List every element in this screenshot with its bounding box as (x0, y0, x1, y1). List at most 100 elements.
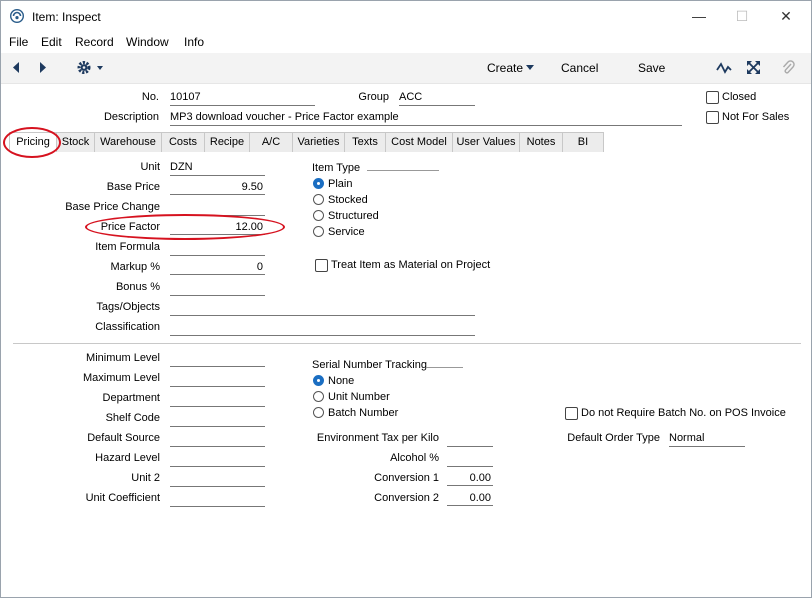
save-button[interactable]: Save (638, 61, 665, 75)
item-type-plain-radio[interactable] (313, 178, 324, 189)
settings-gear-icon[interactable] (76, 59, 104, 76)
group-field[interactable]: ACC (399, 91, 475, 106)
item-type-label: Item Type (312, 162, 361, 174)
title-bar: Item: Inspect — ☐ ✕ (1, 1, 811, 32)
item-type-service-radio[interactable] (313, 226, 324, 237)
shelf-code-field[interactable] (170, 412, 265, 427)
classification-label: Classification (95, 321, 160, 333)
tab-warehouse[interactable]: Warehouse (94, 132, 162, 152)
not-for-sales-checkbox[interactable] (706, 111, 719, 124)
conversion2-label: Conversion 2 (374, 492, 439, 504)
classification-field[interactable] (170, 321, 475, 336)
maximum-level-field[interactable] (170, 372, 265, 387)
item-type-plain-label: Plain (328, 178, 353, 190)
conversion2-field[interactable]: 0.00 (447, 492, 493, 506)
default-source-label: Default Source (87, 432, 160, 444)
shelf-code-label: Shelf Code (105, 412, 160, 424)
maximize-icon[interactable]: ☐ (732, 7, 752, 25)
item-formula-label: Item Formula (95, 241, 160, 253)
group-label: Group (358, 91, 389, 103)
next-record-icon[interactable] (38, 61, 48, 74)
closed-label: Closed (722, 91, 757, 103)
bonus-label: Bonus % (115, 281, 160, 293)
activity-pulse-icon[interactable] (716, 61, 732, 75)
unit-label: Unit (140, 161, 160, 173)
default-source-field[interactable] (170, 432, 265, 447)
close-icon[interactable]: ✕ (776, 7, 796, 25)
menu-info[interactable]: Info (184, 35, 204, 49)
conversion1-label: Conversion 1 (374, 472, 439, 484)
attachment-paperclip-icon[interactable] (781, 60, 795, 76)
menu-file[interactable]: File (9, 35, 28, 49)
serial-number-tracking-label: Serial Number Tracking (312, 359, 427, 371)
section-divider (13, 343, 801, 344)
serial-batch-number-radio[interactable] (313, 407, 324, 418)
no-batch-pos-checkbox[interactable] (565, 407, 578, 420)
item-type-stocked-radio[interactable] (313, 194, 324, 205)
item-formula-field[interactable] (170, 241, 265, 256)
item-type-structured-label: Structured (328, 210, 379, 222)
unit-field[interactable]: DZN (170, 161, 265, 176)
base-price-change-label: Base Price Change (65, 201, 160, 213)
serial-number-group-line (426, 367, 463, 368)
tab-user-values[interactable]: User Values (452, 132, 520, 152)
no-field[interactable]: 10107 (170, 91, 315, 106)
environment-tax-field[interactable] (447, 432, 493, 447)
tab-varieties[interactable]: Varieties (292, 132, 345, 152)
serial-none-label: None (328, 375, 355, 387)
serial-unit-number-label: Unit Number (328, 391, 390, 403)
not-for-sales-label: Not For Sales (722, 111, 790, 123)
item-inspect-window: Item: Inspect — ☐ ✕ File Edit Record Win… (0, 0, 812, 598)
item-type-structured-radio[interactable] (313, 210, 324, 221)
expand-arrows-icon[interactable] (746, 60, 761, 75)
serial-unit-number-radio[interactable] (313, 391, 324, 402)
create-dropdown-icon[interactable] (526, 65, 534, 70)
menu-bar: File Edit Record Window Info (1, 32, 811, 52)
tab-notes[interactable]: Notes (519, 132, 563, 152)
cancel-button[interactable]: Cancel (561, 61, 598, 75)
alcohol-field[interactable] (447, 452, 493, 467)
toolbar: Create Cancel Save (1, 53, 811, 84)
tags-objects-field[interactable] (170, 301, 475, 316)
treat-as-material-label: Treat Item as Material on Project (331, 259, 491, 271)
serial-none-radio[interactable] (313, 375, 324, 386)
unit2-field[interactable] (170, 472, 265, 487)
tab-ac[interactable]: A/C (249, 132, 293, 152)
tab-bi[interactable]: BI (562, 132, 604, 152)
default-order-type-label: Default Order Type (567, 432, 660, 444)
menu-window[interactable]: Window (126, 35, 169, 49)
minimize-icon[interactable]: — (689, 7, 709, 25)
minimum-level-label: Minimum Level (86, 352, 160, 364)
tab-texts[interactable]: Texts (344, 132, 386, 152)
tab-recipe[interactable]: Recipe (204, 132, 250, 152)
item-type-group-line (367, 170, 439, 171)
closed-checkbox[interactable] (706, 91, 719, 104)
tags-objects-label: Tags/Objects (96, 301, 160, 313)
tab-costs[interactable]: Costs (161, 132, 205, 152)
hazard-level-field[interactable] (170, 452, 265, 467)
markup-field[interactable]: 0 (170, 261, 265, 275)
no-label: No. (141, 91, 159, 103)
description-field[interactable]: MP3 download voucher - Price Factor exam… (170, 111, 682, 126)
department-field[interactable] (170, 392, 265, 407)
markup-label: Markup % (110, 261, 160, 273)
bonus-field[interactable] (170, 281, 265, 296)
item-type-stocked-label: Stocked (328, 194, 368, 206)
treat-as-material-checkbox[interactable] (315, 259, 328, 272)
create-button[interactable]: Create (487, 61, 523, 75)
previous-record-icon[interactable] (11, 61, 21, 74)
menu-record[interactable]: Record (75, 35, 114, 49)
default-order-type-field[interactable]: Normal (669, 432, 745, 447)
unit-coefficient-field[interactable] (170, 492, 265, 507)
description-label: Description (103, 111, 159, 123)
environment-tax-label: Environment Tax per Kilo (316, 432, 439, 444)
menu-edit[interactable]: Edit (41, 35, 62, 49)
tab-cost-model[interactable]: Cost Model (385, 132, 453, 152)
conversion1-field[interactable]: 0.00 (447, 472, 493, 486)
window-title: Item: Inspect (32, 10, 101, 24)
base-price-field[interactable]: 9.50 (170, 181, 265, 195)
maximum-level-label: Maximum Level (82, 372, 160, 384)
tab-stock[interactable]: Stock (56, 132, 95, 152)
base-price-label: Base Price (106, 181, 160, 193)
minimum-level-field[interactable] (170, 352, 265, 367)
